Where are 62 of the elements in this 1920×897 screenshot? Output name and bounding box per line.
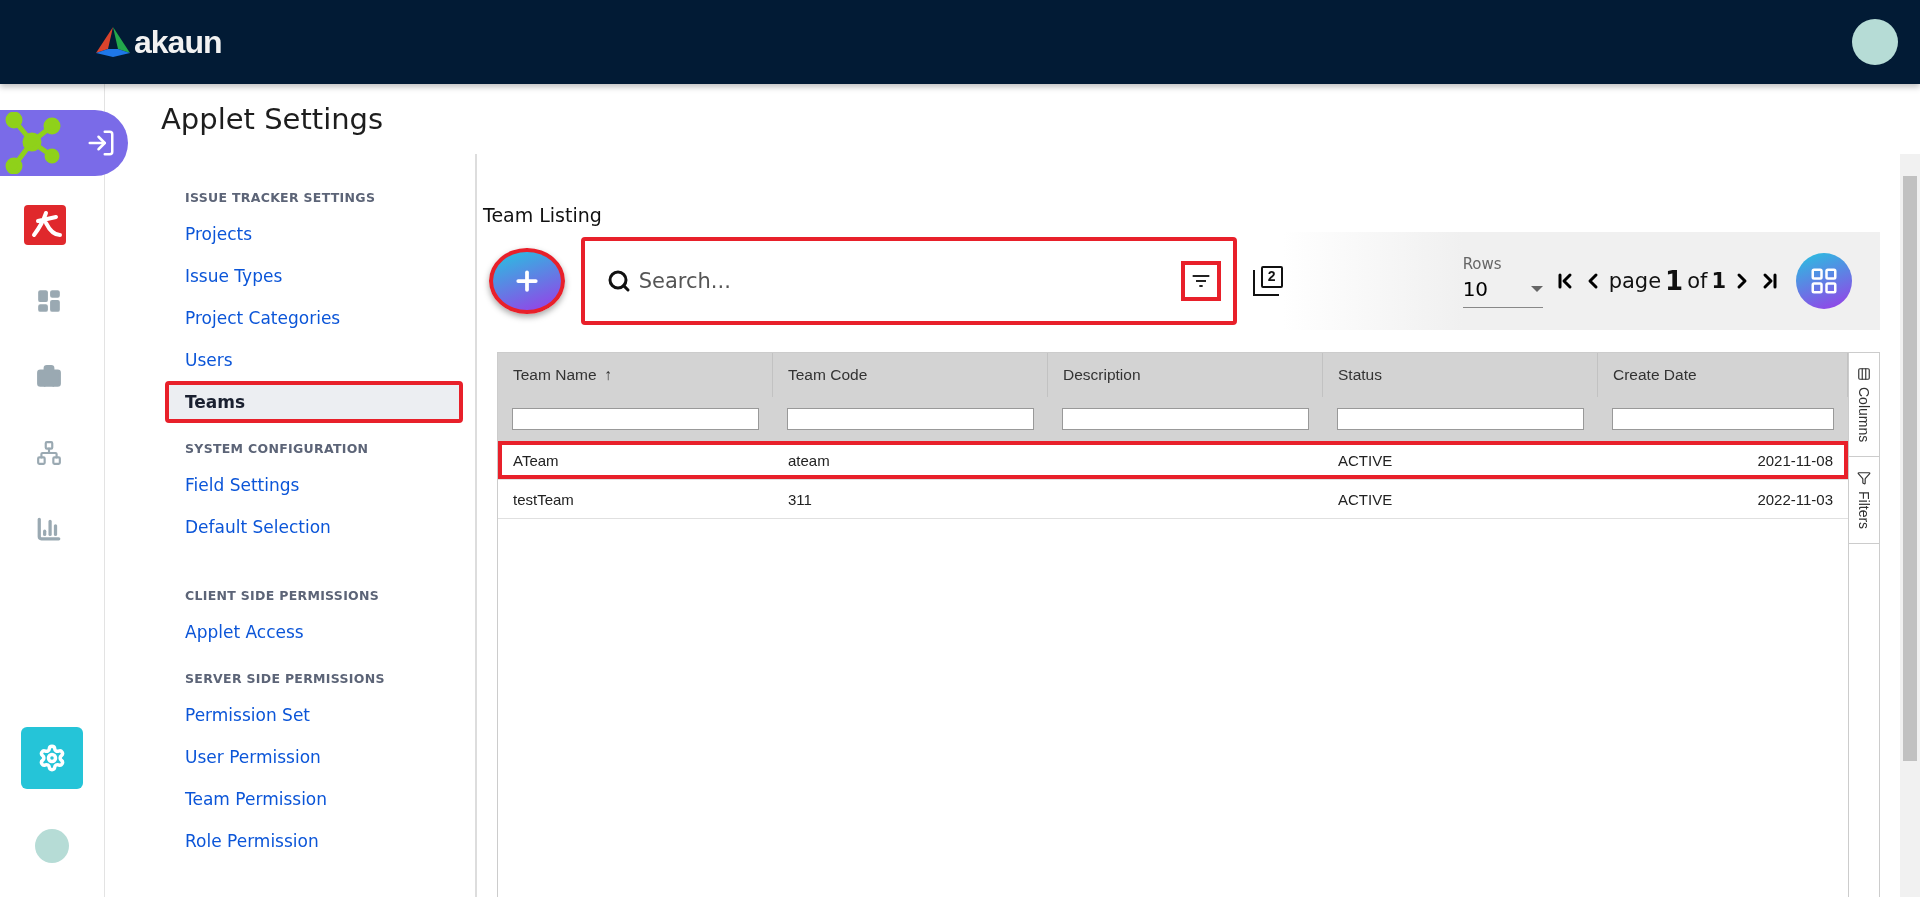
login-icon — [86, 128, 116, 158]
sort-indicator: ↑ — [604, 366, 613, 384]
of-word: of — [1687, 269, 1708, 293]
table-cell-text: 2021-11-08 — [1756, 450, 1834, 471]
settings-rail-button[interactable] — [21, 727, 83, 789]
user-avatar[interactable] — [1852, 19, 1898, 65]
column-filter-field[interactable] — [1062, 408, 1309, 430]
table-row[interactable]: testTeam 311 ACTIVE 2022-11-03 — [498, 480, 1848, 519]
table-cell-text: ACTIVE — [1337, 489, 1394, 510]
column-filter-field[interactable] — [512, 408, 759, 430]
page-word: page — [1608, 269, 1662, 293]
nav-link[interactable]: User Permission — [165, 736, 463, 778]
nav-link[interactable]: Project Categories — [165, 297, 463, 339]
column-filter-field[interactable] — [787, 408, 1034, 430]
nav-link[interactable]: Role Permission — [165, 820, 463, 862]
table-cell-text: ateam — [787, 450, 831, 471]
app-logo-icon — [24, 205, 66, 245]
search-icon — [606, 269, 631, 293]
table-cell-text: 311 — [787, 489, 813, 510]
table-cell-text: ACTIVE — [1337, 450, 1394, 471]
filter-button[interactable] — [1180, 261, 1221, 301]
molecule-icon — [4, 112, 62, 174]
nav-section-heading: SERVER SIDE PERMISSIONS — [185, 671, 386, 686]
table-cell-text: ATeam — [512, 450, 560, 471]
nav-section-heading: CLIENT SIDE PERMISSIONS — [185, 588, 381, 603]
logo-text: akaun — [134, 23, 222, 61]
table-cell-text: testTeam — [512, 489, 575, 510]
nav-section-heading: ISSUE TRACKER SETTINGS — [185, 190, 377, 205]
rows-select[interactable]: 10 — [1462, 276, 1543, 308]
briefcase-icon — [36, 364, 62, 390]
dashboard-icon — [36, 288, 62, 314]
page-title: Applet Settings — [161, 102, 385, 136]
nav-link[interactable]: Projects — [165, 213, 463, 255]
table-cell-text: 2022-11-03 — [1756, 489, 1834, 510]
column-filter-field[interactable] — [1612, 408, 1834, 430]
scrollbar[interactable] — [1900, 154, 1920, 897]
nav-link[interactable]: Default Selection — [165, 506, 463, 548]
page-number: 1 — [1665, 266, 1684, 296]
avatar — [35, 829, 69, 863]
nav-link[interactable]: Users — [165, 339, 463, 381]
network-icon — [36, 440, 62, 466]
rows-label: Rows — [1462, 254, 1503, 273]
listing-title: Team Listing — [483, 204, 603, 226]
nav-link[interactable]: Applet Access — [165, 611, 463, 653]
nav-link[interactable]: Issue Types — [165, 255, 463, 297]
nav-link[interactable]: Field Settings — [165, 464, 463, 506]
page-count: 1 — [1711, 269, 1727, 293]
column-filter-field[interactable] — [1337, 408, 1584, 430]
grid-icon — [1809, 266, 1840, 296]
table-row[interactable]: ATeam ateam ACTIVE 2021-11-08 — [498, 441, 1848, 480]
settings-icon — [38, 744, 66, 772]
bar-chart-icon — [36, 516, 62, 542]
logo-icon — [96, 27, 130, 57]
nav-link[interactable]: Teams — [165, 381, 463, 423]
nav-link[interactable]: Team Permission — [165, 778, 463, 820]
applet-rail-button[interactable] — [0, 110, 128, 176]
nav-section-heading: SYSTEM CONFIGURATION — [185, 441, 370, 456]
filter-lines-icon — [1190, 272, 1211, 290]
add-button[interactable] — [489, 248, 565, 314]
filter-icon — [1857, 471, 1871, 486]
nav-link[interactable]: Permission Set — [165, 694, 463, 736]
columns-icon — [1857, 367, 1871, 381]
